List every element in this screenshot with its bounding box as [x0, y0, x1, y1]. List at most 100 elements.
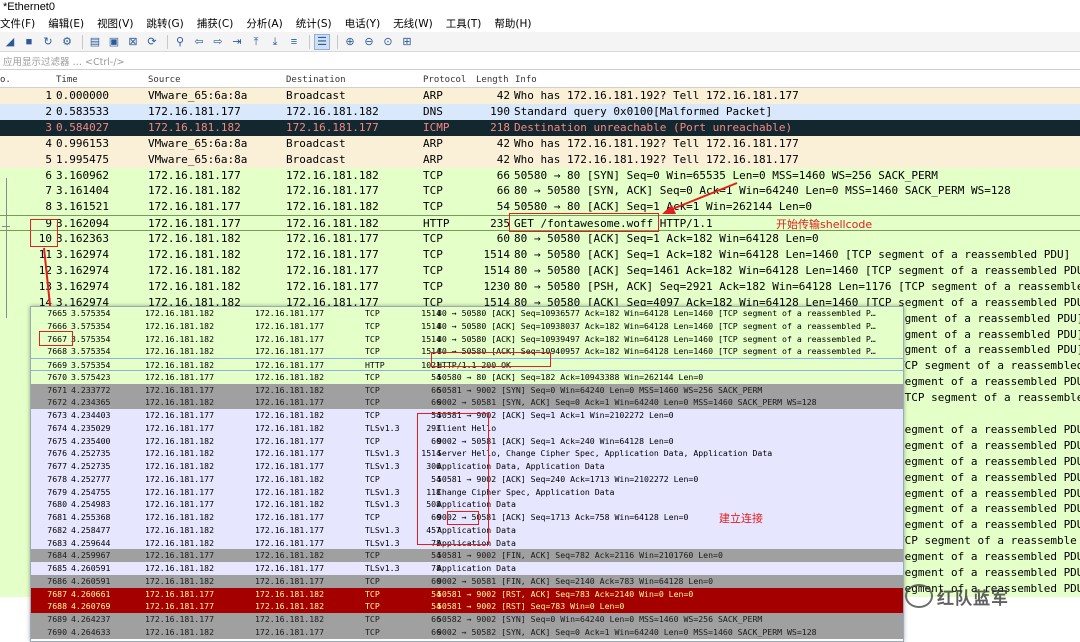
- overlay-packet-row[interactable]: 7686 4.260591 172.16.181.182 172.16.181.177…: [31, 574, 903, 588]
- packet-row[interactable]: 6 3.160962 172.16.181.177 172.16.181.182 TCP…: [0, 167, 1080, 184]
- colorize-icon[interactable]: ☰: [314, 33, 330, 50]
- autoscroll-icon[interactable]: ≡: [286, 34, 302, 50]
- shark-fin-icon[interactable]: ◢: [2, 34, 18, 50]
- column-header-destination[interactable]: Destination: [286, 75, 346, 85]
- column-header-protocol[interactable]: Protocol: [423, 75, 466, 85]
- stop-icon[interactable]: ■: [21, 34, 37, 50]
- overlay-cell-dst: 172.16.181.177: [255, 537, 325, 548]
- display-filter-bar[interactable]: 应用显示过滤器 … <Ctrl-/>: [0, 52, 1080, 70]
- packet-cell-info: egment of a reassembled PDU]: [898, 311, 1080, 325]
- overlay-cell-proto: TLSv1.3: [365, 461, 400, 471]
- packet-cell-time: 0.583533: [56, 104, 109, 118]
- menu-item-1[interactable]: 编辑(E): [48, 16, 90, 31]
- overlay-packet-row[interactable]: 7689 4.264237 172.16.181.177 172.16.181.182…: [31, 613, 903, 626]
- tree-vertical-line: [6, 178, 7, 318]
- menu-item-7[interactable]: 电话(Y): [345, 16, 387, 31]
- overlay-cell-proto: TCP: [365, 601, 380, 612]
- open-file-icon[interactable]: ▤: [87, 34, 103, 50]
- overlay-packet-row[interactable]: 7665 3.575354 172.16.181.182 172.16.181.177…: [31, 307, 903, 320]
- reload-icon[interactable]: ⟳: [144, 34, 160, 50]
- packet-row[interactable]: 2 0.583533 172.16.181.177 172.16.181.182 DNS…: [0, 103, 1080, 120]
- overlay-cell-proto: TLSv1.3: [365, 524, 400, 535]
- zoom-normal-icon[interactable]: ⊙: [380, 34, 396, 50]
- packet-cell-info: Standard query 0x0100[Malformed Packet]: [514, 104, 773, 118]
- overlay-cell-time: 4.255368: [71, 512, 111, 522]
- column-header-info[interactable]: Info: [515, 75, 537, 85]
- overlay-cell-no: 7678: [47, 473, 67, 484]
- overlay-packet-row[interactable]: 7687 4.260661 172.16.181.177 172.16.181.182…: [31, 587, 903, 601]
- overlay-packet-row[interactable]: 7672 4.234365 172.16.181.182 172.16.181.177…: [31, 396, 903, 409]
- menu-item-2[interactable]: 视图(V): [97, 16, 139, 31]
- overlay-packet-row[interactable]: 7685 4.260591 172.16.181.182 172.16.181.177…: [31, 562, 903, 575]
- restart-icon[interactable]: ↻: [40, 34, 56, 50]
- find-icon[interactable]: ⚲: [172, 34, 188, 50]
- zoom-in-icon[interactable]: ⊕: [342, 34, 358, 50]
- save-file-icon[interactable]: ▣: [106, 34, 122, 50]
- overlay-cell-dst: 172.16.181.182: [255, 371, 325, 382]
- go-back-icon[interactable]: ⇦: [191, 34, 207, 50]
- resize-columns-icon[interactable]: ⊞: [399, 34, 415, 50]
- packet-cell-info: 80 → 50580 [ACK] Seq=1 Ack=182 Win=64128…: [514, 232, 819, 246]
- display-filter-input[interactable]: 应用显示过滤器 … <Ctrl-/>: [3, 54, 125, 68]
- zoom-out-icon[interactable]: ⊖: [361, 34, 377, 50]
- overlay-cell-proto: TLSv1.3: [365, 486, 400, 497]
- go-last-icon[interactable]: ⤓: [267, 34, 283, 50]
- packet-row[interactable]: 3 0.584027 172.16.181.182 172.16.181.177 ICM…: [0, 119, 1080, 136]
- overlay-packet-row[interactable]: 7666 3.575354 172.16.181.182 172.16.181.177…: [31, 319, 903, 333]
- overlay-cell-dst: 172.16.181.182: [255, 486, 325, 497]
- overlay-cell-time: 4.234403: [71, 410, 111, 420]
- close-file-icon[interactable]: ⊠: [125, 34, 141, 50]
- packet-row[interactable]: 12 3.162974 172.16.181.182 172.16.181.177 TC…: [0, 262, 1080, 279]
- overlay-packet-row[interactable]: 7667 3.575354 172.16.181.182 172.16.181.177…: [31, 332, 903, 346]
- overlay-cell-dst: 172.16.181.177: [255, 320, 325, 331]
- overlay-cell-time: 4.260591: [71, 563, 111, 573]
- highlight-box-http-200: [431, 352, 551, 367]
- overlay-cell-src: 172.16.181.177: [145, 384, 215, 395]
- packet-row[interactable]: 13 3.162974 172.16.181.182 172.16.181.177 TC…: [0, 278, 1080, 295]
- packet-row[interactable]: 10 3.162363 172.16.181.182 172.16.181.177 TC…: [0, 231, 1080, 248]
- overlay-cell-no: 7689: [47, 614, 67, 624]
- zoomed-packet-list-overlay: 7665 3.575354 172.16.181.182 172.16.181.177…: [30, 306, 904, 642]
- overlay-cell-dst: 172.16.181.182: [255, 473, 325, 484]
- overlay-cell-src: 172.16.181.182: [145, 397, 215, 408]
- column-header-no[interactable]: o.: [0, 75, 11, 85]
- options-gear-icon[interactable]: ⚙: [59, 34, 75, 50]
- column-header-time[interactable]: Time: [56, 75, 78, 85]
- overlay-cell-dst: 172.16.181.177: [255, 512, 325, 522]
- packet-row[interactable]: 1 0.000000 VMware_65:6a:8a Broadcast ARP 42 Wh…: [0, 88, 1080, 104]
- packet-cell-len: 1514: [483, 248, 511, 261]
- overlay-packet-row[interactable]: 7684 4.259967 172.16.181.177 172.16.181.182…: [31, 549, 903, 562]
- packet-cell-info: egment of a reassembled PDU]: [898, 327, 1080, 341]
- packet-cell-time: 3.161404: [56, 184, 109, 198]
- packet-row[interactable]: 5 1.995475 VMware_65:6a:8a Broadcast ARP 42 Wh…: [0, 151, 1080, 168]
- overlay-cell-src: 172.16.181.177: [145, 486, 215, 497]
- menu-item-6[interactable]: 统计(S): [296, 16, 338, 31]
- menu-item-5[interactable]: 分析(A): [246, 16, 288, 31]
- overlay-cell-info: 50582 → 9002 [SYN] Seq=0 Win=64240 Len=0…: [437, 614, 763, 624]
- menu-item-8[interactable]: 无线(W): [393, 16, 439, 31]
- column-header-source[interactable]: Source: [148, 75, 181, 85]
- overlay-packet-row[interactable]: 7690 4.264633 172.16.181.182 172.16.181.177…: [31, 625, 903, 639]
- packet-row[interactable]: 7 3.161404 172.16.181.182 172.16.181.177 TCP…: [0, 183, 1080, 200]
- menu-item-3[interactable]: 跳转(G): [146, 16, 189, 31]
- overlay-cell-no: 7674: [47, 422, 67, 433]
- column-header-length[interactable]: Length: [476, 75, 509, 85]
- menu-item-9[interactable]: 工具(T): [446, 16, 488, 31]
- overlay-packet-row[interactable]: 7688 4.260769 172.16.181.177 172.16.181.182…: [31, 600, 903, 613]
- go-to-packet-icon[interactable]: ⇥: [229, 34, 245, 50]
- packet-cell-info: segment of a reassembled PDU: [898, 486, 1080, 500]
- packet-row[interactable]: 11 3.162974 172.16.181.182 172.16.181.177 TC…: [0, 247, 1080, 263]
- overlay-cell-dst: 172.16.181.177: [255, 524, 325, 535]
- menu-item-4[interactable]: 捕获(C): [197, 16, 240, 31]
- packet-cell-info: segment of a reassembled PDU: [898, 438, 1080, 452]
- overlay-packet-row[interactable]: 7671 4.233772 172.16.181.177 172.16.181.182…: [31, 383, 903, 397]
- wechat-logo-icon: [905, 584, 933, 608]
- menu-item-0[interactable]: 文件(F): [0, 16, 41, 31]
- overlay-packet-row[interactable]: 7670 3.575423 172.16.181.177 172.16.181.182…: [31, 370, 903, 384]
- packet-row[interactable]: 4 0.996153 VMware_65:6a:8a Broadcast ARP 42 Wh…: [0, 135, 1080, 152]
- packet-list-header: o. Time Source Destination Protocol Leng…: [0, 71, 1080, 88]
- menu-item-10[interactable]: 帮助(H): [494, 16, 537, 31]
- go-first-icon[interactable]: ⤒: [248, 34, 264, 50]
- main-toolbar: ◢ ■ ↻ ⚙ ▤ ▣ ⊠ ⟳ ⚲ ⇦ ⇨ ⇥ ⤒ ⤓ ≡ ☰ ⊕ ⊖ ⊙ ⊞: [0, 32, 1080, 52]
- go-forward-icon[interactable]: ⇨: [210, 34, 226, 50]
